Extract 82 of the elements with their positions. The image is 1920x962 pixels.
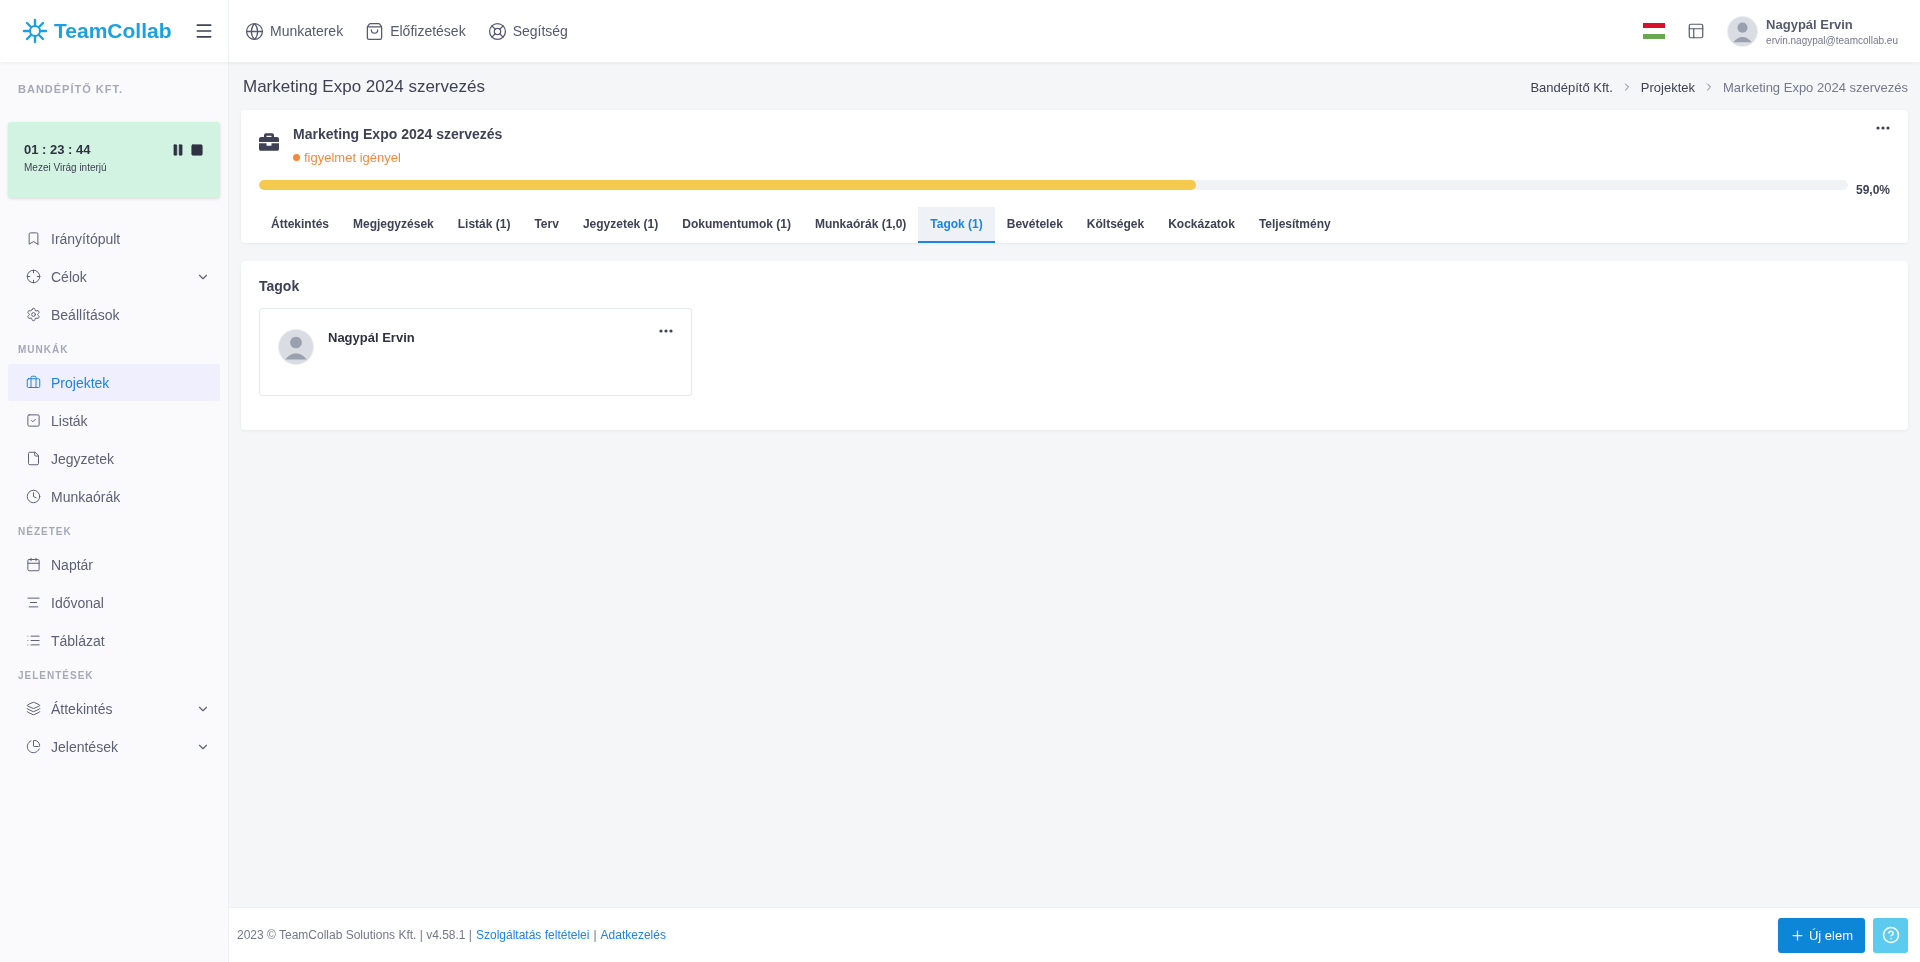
menu-button[interactable] [194, 21, 214, 41]
avatar [278, 329, 314, 365]
pause-icon [171, 142, 185, 157]
clock-icon [26, 489, 41, 504]
globe-icon [245, 21, 264, 41]
file-icon [26, 451, 41, 466]
crosshair-icon [26, 269, 41, 284]
plus-icon [1789, 927, 1805, 943]
stop-button[interactable] [190, 142, 204, 157]
tab[interactable]: Teljesítmény [1246, 207, 1343, 243]
section-title: MUNKÁK [17, 342, 70, 357]
sidebar-item[interactable]: Naptár [8, 546, 220, 583]
sidebar-item[interactable]: Irányítópult [8, 220, 220, 257]
sidebar-item[interactable]: Jelentések [8, 728, 220, 765]
timer-task: Mezei Virág interjú [24, 162, 108, 173]
sidebar-item[interactable]: Idővonal [8, 584, 220, 621]
lifebuoy-icon [487, 21, 507, 41]
user-name: Nagypál Ervin [1766, 16, 1854, 32]
footer-separator: | [593, 928, 597, 942]
help-icon [1881, 926, 1900, 944]
sidebar-item[interactable]: Beállítások [8, 296, 220, 333]
nav-link[interactable]: Segítség [487, 21, 568, 41]
tab[interactable]: Munkaórák (1,0) [802, 207, 919, 243]
sidebar-item[interactable]: Listák [8, 402, 220, 439]
shopping-bag-icon [365, 21, 385, 41]
sidebar-item[interactable]: Jegyzetek [8, 440, 220, 477]
briefcase-icon [259, 132, 279, 152]
bookmark-icon [26, 231, 41, 246]
section-title: NÉZETEK [17, 524, 73, 539]
ellipsis-icon [659, 329, 673, 333]
briefcase-icon [26, 375, 41, 390]
lines-icon [26, 595, 41, 610]
breadcrumb-link[interactable]: Projektek [1640, 79, 1695, 95]
layout-icon[interactable] [1687, 22, 1706, 40]
tab[interactable]: Bevételek [994, 207, 1075, 243]
list-icon [26, 633, 41, 648]
sidebar-item[interactable]: Munkaórák [8, 478, 220, 515]
company-name: BANDÉPÍTŐ KFT. [17, 82, 125, 97]
section-title: Tagok [259, 278, 301, 294]
menu-icon [194, 21, 214, 41]
timer-time: 01 : 23 : 44 [24, 142, 91, 157]
member-name: Nagypál Ervin [328, 330, 416, 345]
tab[interactable]: Tagok (1) [918, 207, 995, 243]
tab[interactable]: Áttekintés [259, 207, 341, 243]
tab[interactable]: Megjegyzések [341, 207, 446, 243]
more-button[interactable] [1876, 126, 1890, 130]
tab[interactable]: Költségek [1074, 207, 1157, 243]
logo-icon [22, 18, 48, 44]
page-title: Marketing Expo 2024 szervezés [243, 77, 485, 97]
more-button[interactable] [659, 329, 673, 333]
calendar-icon [26, 557, 41, 572]
nav-link[interactable]: Munkaterek [245, 21, 344, 41]
project-name: Marketing Expo 2024 szervezés [293, 126, 504, 142]
pause-button[interactable] [171, 142, 185, 157]
layers-icon [26, 701, 41, 716]
sidebar-item[interactable]: Áttekintés [8, 690, 220, 727]
avatar [1727, 15, 1759, 47]
stop-icon [190, 142, 204, 157]
settings-icon [26, 307, 41, 322]
breadcrumb-link[interactable]: Bandépítő Kft. [1530, 79, 1613, 95]
user-email: ervin.nagypal@teamcollab.eu [1766, 34, 1898, 46]
sidebar-item[interactable]: Célok [8, 258, 220, 295]
new-item-button[interactable]: Új elem [1777, 917, 1865, 953]
ellipsis-icon [1876, 126, 1890, 130]
status-label: figyelmet igényel [293, 150, 1862, 165]
tab[interactable]: Dokumentumok (1) [670, 207, 803, 243]
sidebar-item[interactable]: Táblázat [8, 622, 220, 659]
tab[interactable]: Kockázatok [1156, 207, 1247, 243]
terms-link[interactable]: Szolgáltatás feltételei [476, 928, 590, 942]
checkbox-icon [26, 413, 41, 428]
flag-icon[interactable] [1643, 23, 1666, 39]
nav-link[interactable]: Előfizetések [365, 21, 466, 41]
footer-text: 2023 © TeamCollab Solutions Kft. | v4.58.1 | [237, 928, 472, 942]
pie-chart-icon [26, 739, 41, 754]
section-title: JELENTÉSEK [17, 668, 95, 683]
tab[interactable]: Jegyzetek (1) [570, 207, 671, 243]
breadcrumb-link[interactable]: Marketing Expo 2024 szervezés [1723, 79, 1908, 95]
progress-value: 59,0% [1855, 183, 1890, 197]
tab[interactable]: Listák (1) [445, 207, 523, 243]
privacy-link[interactable]: Adatkezelés [600, 928, 666, 942]
sidebar-item[interactable]: Projektek [8, 364, 220, 401]
tab[interactable]: Terv [522, 207, 571, 243]
